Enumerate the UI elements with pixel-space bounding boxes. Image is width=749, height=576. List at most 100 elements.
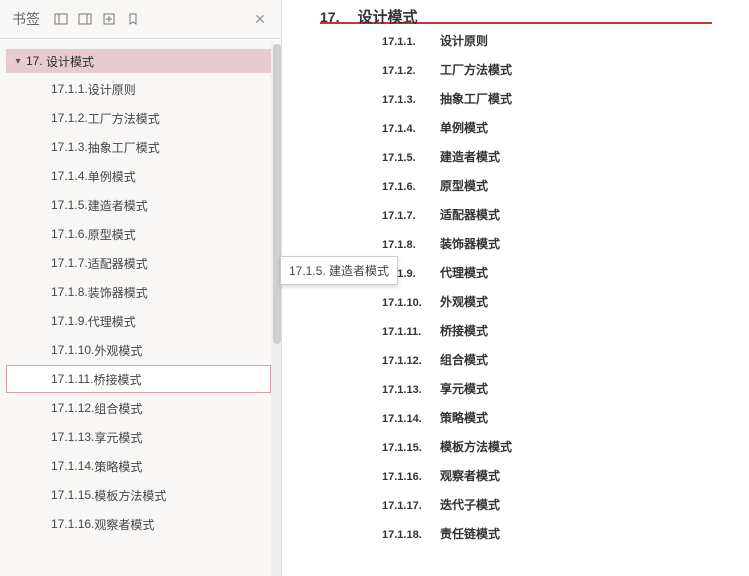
toc-item-num: 17.1.3. [382, 94, 440, 106]
toc-item-title: 模板方法模式 [440, 438, 512, 455]
toc-item[interactable]: 17.1.1.设计原则 [382, 32, 749, 61]
tree-item[interactable]: 17.1.16. 观察者模式 [6, 510, 271, 538]
scrollbar-thumb[interactable] [273, 44, 281, 344]
tree-item[interactable]: 17.1.11. 桥接模式 [6, 365, 271, 393]
tree-item-num: 17.1.14. [51, 459, 94, 473]
tree-item-title: 策略模式 [94, 458, 142, 475]
tree-item-num: 17.1.6. [51, 227, 88, 241]
close-icon[interactable]: ✕ [251, 10, 269, 28]
toc-item-title: 桥接模式 [440, 322, 488, 339]
bookmark-tag-icon[interactable] [124, 10, 142, 28]
toc-item[interactable]: 17.1.6.原型模式 [382, 177, 749, 206]
toc-item[interactable]: 17.1.13.享元模式 [382, 380, 749, 409]
toc-item[interactable]: 17.1.17.迭代子模式 [382, 496, 749, 525]
tree-item-title: 工厂方法模式 [88, 110, 160, 127]
tree-item[interactable]: 17.1.4. 单例模式 [6, 162, 271, 190]
collapse-all-icon[interactable] [76, 10, 94, 28]
tree-item[interactable]: 17.1.10. 外观模式 [6, 336, 271, 364]
tree-item-num: 17.1.1. [51, 82, 88, 96]
tree-item[interactable]: 17.1.8. 装饰器模式 [6, 278, 271, 306]
toc-item[interactable]: 17.1.11.桥接模式 [382, 322, 749, 351]
toc-item-num: 17.1.5. [382, 152, 440, 164]
tree-item-num: 17.1.3. [51, 140, 88, 154]
scrollbar-track[interactable] [271, 44, 281, 576]
tree-item[interactable]: 17.1.5. 建造者模式 [6, 191, 271, 219]
toc-item-title: 适配器模式 [440, 206, 500, 223]
bookmarks-sidebar: 书签 ✕ ▾ 17. 设计模式 17.1.1. 设计原则17.1.2. 工厂方法… [0, 0, 282, 576]
toc-item-num: 17.1.8. [382, 239, 440, 251]
tree-item[interactable]: 17.1.3. 抽象工厂模式 [6, 133, 271, 161]
toc-item[interactable]: 17.1.2.工厂方法模式 [382, 61, 749, 90]
tree-item[interactable]: 17.1.13. 享元模式 [6, 423, 271, 451]
tree-item-title: 建造者模式 [88, 197, 148, 214]
tree-item-title: 代理模式 [88, 313, 136, 330]
expand-all-icon[interactable] [52, 10, 70, 28]
sidebar-title: 书签 [12, 9, 40, 29]
toc-item-title: 组合模式 [440, 351, 488, 368]
toc-item-title: 建造者模式 [440, 148, 500, 165]
tree-item-num: 17.1.5. [51, 198, 88, 212]
tree-item[interactable]: 17.1.15. 模板方法模式 [6, 481, 271, 509]
toc-item[interactable]: 17.1.14.策略模式 [382, 409, 749, 438]
toc-item[interactable]: 17.1.4.单例模式 [382, 119, 749, 148]
toc-item-title: 抽象工厂模式 [440, 90, 512, 107]
toc-item[interactable]: 17.1.8.装饰器模式 [382, 235, 749, 264]
chapter-title: 设计模式 [46, 53, 94, 70]
tree-item-title: 外观模式 [94, 342, 142, 359]
toc-list: 17.1.1.设计原则17.1.2.工厂方法模式17.1.3.抽象工厂模式17.… [382, 32, 749, 554]
tree-item-num: 17.1.13. [51, 430, 94, 444]
toc-item-title: 迭代子模式 [440, 496, 500, 513]
toc-item-title: 责任链模式 [440, 525, 500, 542]
toc-item-num: 17.1.7. [382, 210, 440, 222]
tree-item[interactable]: 17.1.12. 组合模式 [6, 394, 271, 422]
tree-item-num: 17.1.15. [51, 488, 94, 502]
toc-item[interactable]: 17.1.10.外观模式 [382, 293, 749, 322]
toc-item-num: 17.1.18. [382, 529, 440, 541]
tree-item-title: 原型模式 [88, 226, 136, 243]
tree-item-title: 观察者模式 [94, 516, 154, 533]
tree-item[interactable]: 17.1.9. 代理模式 [6, 307, 271, 335]
toc-item[interactable]: 17.1.16.观察者模式 [382, 467, 749, 496]
tree-item-num: 17.1.4. [51, 169, 88, 183]
tree-item-num: 17.1.10. [51, 343, 94, 357]
tree-item[interactable]: 17.1.7. 适配器模式 [6, 249, 271, 277]
tree-item-title: 单例模式 [88, 168, 136, 185]
toc-item-title: 工厂方法模式 [440, 61, 512, 78]
add-bookmark-icon[interactable] [100, 10, 118, 28]
toc-item-title: 单例模式 [440, 119, 488, 136]
tree-item-num: 17.1.9. [51, 314, 88, 328]
tree-item[interactable]: 17.1.6. 原型模式 [6, 220, 271, 248]
toc-item[interactable]: 17.1.7.适配器模式 [382, 206, 749, 235]
toc-item-num: 17.1.6. [382, 181, 440, 193]
tree-item-title: 享元模式 [94, 429, 142, 446]
tree-item-num: 17.1.7. [51, 256, 88, 270]
toc-item-num: 17.1.14. [382, 413, 440, 425]
toc-item-num: 17.1.16. [382, 471, 440, 483]
tree-item-title: 模板方法模式 [94, 487, 166, 504]
tree-item-title: 装饰器模式 [88, 284, 148, 301]
toc-item-num: 17.1.12. [382, 355, 440, 367]
tree-item-title: 抽象工厂模式 [88, 139, 160, 156]
tree-item-title: 组合模式 [94, 400, 142, 417]
tree-item-num: 17.1.2. [51, 111, 88, 125]
toc-item[interactable]: 17.1.9.代理模式 [382, 264, 749, 293]
toc-item-num: 17.1.15. [382, 442, 440, 454]
toc-item-title: 装饰器模式 [440, 235, 500, 252]
chevron-down-icon: ▾ [12, 56, 24, 67]
toc-item-title: 代理模式 [440, 264, 488, 281]
toc-item[interactable]: 17.1.5.建造者模式 [382, 148, 749, 177]
tree-item-title: 适配器模式 [88, 255, 148, 272]
toc-item[interactable]: 17.1.15.模板方法模式 [382, 438, 749, 467]
tree-item-num: 17.1.11. [51, 372, 93, 386]
toc-item-title: 外观模式 [440, 293, 488, 310]
toc-item[interactable]: 17.1.3.抽象工厂模式 [382, 90, 749, 119]
tree-item[interactable]: 17.1.1. 设计原则 [6, 75, 271, 103]
tree-item[interactable]: 17.1.14. 策略模式 [6, 452, 271, 480]
chapter-heading: 17. 设计模式 [320, 6, 712, 24]
toc-item-title: 原型模式 [440, 177, 488, 194]
divider [0, 38, 281, 39]
tree-item[interactable]: 17.1.2. 工厂方法模式 [6, 104, 271, 132]
tree-chapter[interactable]: ▾ 17. 设计模式 [6, 49, 277, 73]
toc-item[interactable]: 17.1.18.责任链模式 [382, 525, 749, 554]
toc-item[interactable]: 17.1.12.组合模式 [382, 351, 749, 380]
